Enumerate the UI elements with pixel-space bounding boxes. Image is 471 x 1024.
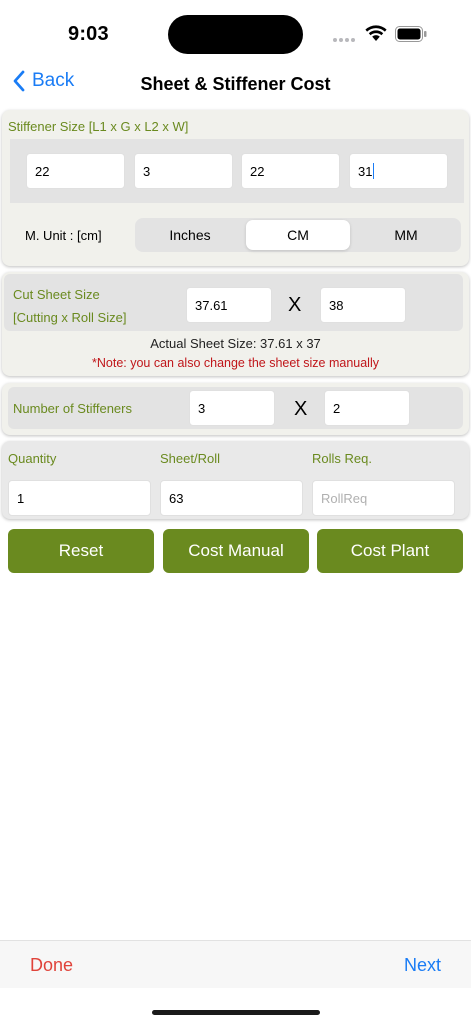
stiffener-l2-input[interactable]: 22 xyxy=(241,153,340,189)
cut-sheet-sublabel: [Cutting x Roll Size] xyxy=(13,310,127,325)
done-button[interactable]: Done xyxy=(30,955,73,976)
page-title: Sheet & Stiffener Cost xyxy=(140,74,331,94)
home-indicator[interactable] xyxy=(152,1010,320,1015)
quantity-card: Quantity Sheet/Roll Rolls Req. 1 63 Roll… xyxy=(2,441,469,519)
stiffener-count-card: Number of Stiffeners 3 X 2 xyxy=(2,383,469,435)
stiffener-w-input[interactable]: 31 xyxy=(349,153,448,189)
stiffener-count-row: Number of Stiffeners 3 X 2 xyxy=(8,387,463,429)
quantity-input[interactable]: 1 xyxy=(8,480,151,516)
dynamic-island xyxy=(168,15,303,54)
cut-sheet-row: Cut Sheet Size [Cutting x Roll Size] 37.… xyxy=(4,274,463,331)
stiffener-count-multiply-sign: X xyxy=(294,398,308,420)
actual-sheet-size-text: Actual Sheet Size: 37.61 x 37 xyxy=(150,336,321,351)
text-caret xyxy=(373,163,375,179)
stiffener-size-label: Stiffener Size [L1 x G x L2 x W] xyxy=(8,119,189,134)
unit-option-cm[interactable]: CM xyxy=(246,220,350,250)
number-of-stiffeners-label: Number of Stiffeners xyxy=(13,401,132,416)
next-button[interactable]: Next xyxy=(404,955,441,976)
stiffener-l1-input[interactable]: 22 xyxy=(26,153,125,189)
cost-plant-button[interactable]: Cost Plant xyxy=(317,529,463,573)
cut-sheet-card: Cut Sheet Size [Cutting x Roll Size] 37.… xyxy=(2,272,469,376)
cut-sheet-multiply-sign: X xyxy=(288,294,302,316)
battery-icon xyxy=(395,26,427,42)
cellular-signal-icon xyxy=(333,38,355,42)
unit-option-inches[interactable]: Inches xyxy=(137,220,243,250)
reset-button[interactable]: Reset xyxy=(8,529,154,573)
navigation-bar: Back Sheet & Stiffener Cost xyxy=(0,62,471,106)
rolls-required-input[interactable]: RollReq xyxy=(312,480,455,516)
cost-manual-button[interactable]: Cost Manual xyxy=(163,529,309,573)
rolls-required-label: Rolls Req. xyxy=(312,451,372,466)
stiffener-inputs-row: 22 3 22 31 xyxy=(10,139,464,203)
wifi-icon xyxy=(365,25,387,41)
cut-sheet-label: Cut Sheet Size xyxy=(13,287,100,302)
unit-option-mm[interactable]: MM xyxy=(353,220,459,250)
stiffener-size-card: Stiffener Size [L1 x G x L2 x W] 22 3 22… xyxy=(2,110,469,266)
status-time: 9:03 xyxy=(68,23,109,45)
keyboard-toolbar: Done Next xyxy=(0,940,471,988)
manual-change-note: *Note: you can also change the sheet siz… xyxy=(92,356,379,370)
roll-size-input[interactable]: 38 xyxy=(320,287,406,323)
quantity-label: Quantity xyxy=(8,451,57,466)
measurement-unit-label: M. Unit : [cm] xyxy=(25,228,102,243)
status-bar: 9:03 xyxy=(0,0,471,62)
sheet-per-roll-input[interactable]: 63 xyxy=(160,480,303,516)
stiffener-count-a-input[interactable]: 3 xyxy=(189,390,275,426)
cutting-size-input[interactable]: 37.61 xyxy=(186,287,272,323)
stiffener-g-input[interactable]: 3 xyxy=(134,153,233,189)
unit-segmented-control: Inches CM MM xyxy=(135,218,461,252)
sheet-per-roll-label: Sheet/Roll xyxy=(160,451,220,466)
stiffener-count-b-input[interactable]: 2 xyxy=(324,390,410,426)
